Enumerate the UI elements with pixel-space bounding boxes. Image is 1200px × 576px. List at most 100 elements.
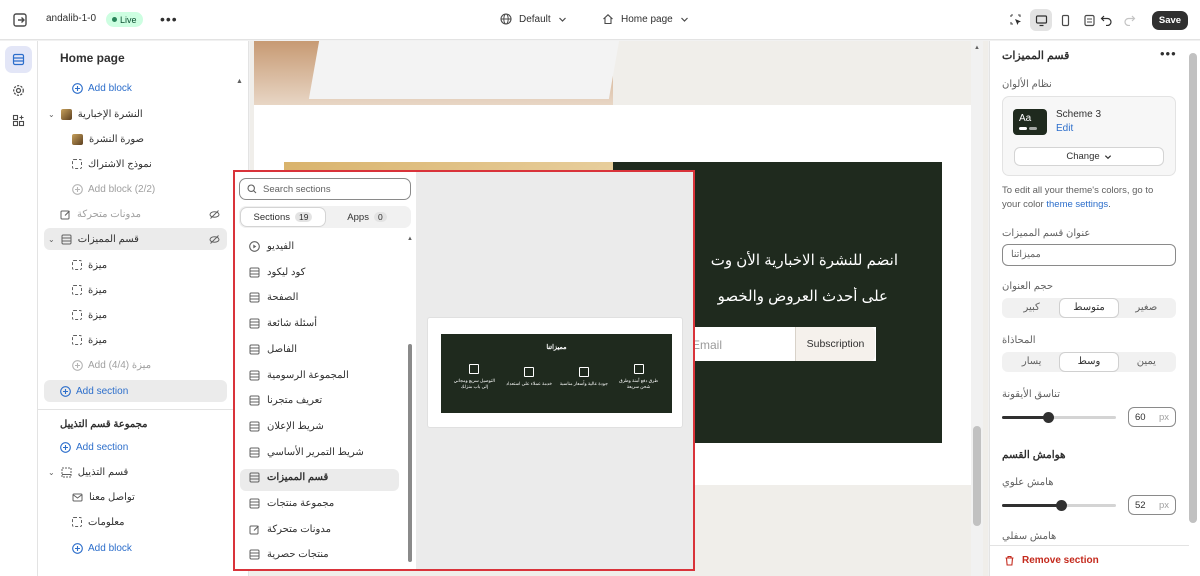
heading-size-large[interactable]: كبير <box>1003 299 1060 317</box>
block-info[interactable]: معلومات <box>72 511 124 533</box>
section-option[interactable]: شريط التمرير الأساسي <box>241 442 401 464</box>
section-option-label: الصفحة <box>267 292 299 304</box>
exit-button[interactable] <box>12 12 28 28</box>
icon-ratio-input[interactable]: 60 px <box>1128 407 1176 427</box>
top-margin-slider-thumb[interactable] <box>1056 500 1068 511</box>
add-block-button[interactable]: Add block <box>72 537 132 559</box>
preview-subscribe-button[interactable]: Subscription <box>795 327 875 361</box>
store-name: andalib-1-0 <box>46 13 97 24</box>
footer-group-title: مجموعة قسم التذييل <box>60 419 148 430</box>
top-margin-slider-track[interactable] <box>1002 500 1116 511</box>
heading-input[interactable]: مميزاتنا <box>1002 244 1176 266</box>
edit-icon <box>60 210 70 219</box>
section-option[interactable]: تعريف متجرنا <box>241 390 401 412</box>
heading-size-medium[interactable]: متوسط <box>1060 299 1118 317</box>
search-icon <box>247 184 257 194</box>
block-contact-us[interactable]: تواصل معنا <box>72 486 135 508</box>
section-option[interactable]: المجموعة الرسومية <box>241 365 401 387</box>
section-footer[interactable]: ⌄ قسم التذييل <box>48 461 128 483</box>
section-option[interactable]: كود ليكود <box>241 262 401 284</box>
add-block-button[interactable]: Add block <box>72 77 132 99</box>
block-feature[interactable]: ميزة <box>72 254 107 276</box>
preview-canvas-scrollbar-thumb[interactable] <box>973 426 981 526</box>
image-icon <box>72 133 83 145</box>
change-scheme-button[interactable]: Change <box>1014 147 1164 166</box>
settings-more-button[interactable]: ••• <box>1160 46 1177 61</box>
theme-select[interactable]: Default <box>500 13 567 25</box>
settings-scrollbar-thumb[interactable] <box>1189 53 1197 523</box>
block-feature[interactable]: ميزة <box>72 329 107 351</box>
section-option[interactable]: أسئلة شائعة <box>241 313 401 335</box>
block-feature[interactable]: ميزة <box>72 304 107 326</box>
block-subscribe-form[interactable]: نموذج الاشتراك <box>72 153 152 175</box>
scheme-edit-link[interactable]: Edit <box>1056 123 1073 134</box>
section-option[interactable]: منتجات حصرية <box>241 544 401 566</box>
section-option[interactable]: مدونات متحركة <box>241 519 401 541</box>
inspector-toggle[interactable] <box>1009 13 1023 27</box>
scroll-up-arrow[interactable]: ▲ <box>974 45 980 51</box>
section-newsletter[interactable]: ⌄ النشرة الإخبارية <box>48 103 143 125</box>
section-features[interactable]: ⌄ قسم المميزات <box>48 228 139 250</box>
section-option[interactable]: قسم المميزات <box>241 467 401 489</box>
tab-apps[interactable]: Apps 0 <box>325 208 409 226</box>
mobile-icon <box>1061 14 1069 26</box>
section-option[interactable]: الفاصل <box>241 339 401 361</box>
plus-circle-icon <box>72 183 83 195</box>
icon-ratio-slider-thumb[interactable] <box>1042 412 1054 423</box>
block-feature[interactable]: ميزة <box>72 279 107 301</box>
fullscreen-view-button[interactable] <box>1078 9 1100 31</box>
page-select[interactable]: Home page <box>602 13 689 25</box>
section-option-video[interactable]: الفيديو <box>241 236 401 258</box>
section-option[interactable]: شريط الإعلان <box>241 416 401 438</box>
desktop-icon <box>1035 14 1047 26</box>
section-option-label: منتجات حصرية <box>267 549 329 561</box>
alignment-center[interactable]: وسط <box>1060 353 1118 371</box>
block-frame-icon <box>72 335 82 345</box>
redo-button[interactable] <box>1123 13 1136 26</box>
plus-circle-icon <box>60 385 71 397</box>
eye-off-icon[interactable] <box>209 234 220 245</box>
block-newsletter-image[interactable]: صورة النشرة <box>72 128 144 150</box>
heading-size-small[interactable]: صغير <box>1118 299 1175 317</box>
undo-button[interactable] <box>1100 13 1113 26</box>
chevron-down-icon <box>1104 154 1111 159</box>
section-option[interactable]: الصفحة <box>241 287 401 309</box>
picker-scrollbar-thumb[interactable] <box>408 344 412 562</box>
mobile-view-button[interactable] <box>1054 9 1076 31</box>
desktop-view-button[interactable] <box>1030 9 1052 31</box>
section-icon <box>249 344 260 355</box>
chevron-down-icon[interactable]: ⌄ <box>48 468 55 477</box>
left-rail <box>0 41 38 576</box>
settings-rail-button[interactable] <box>12 84 25 97</box>
icon-ratio-slider-track[interactable] <box>1002 412 1116 423</box>
scroll-up-arrow[interactable]: ▲ <box>407 236 413 242</box>
scroll-up-arrow[interactable]: ▲ <box>236 78 243 85</box>
add-section-button[interactable]: Add section <box>60 380 128 402</box>
save-button[interactable]: Save <box>1152 11 1188 30</box>
chevron-down-icon[interactable]: ⌄ <box>48 110 55 119</box>
color-scheme-card: Aa Scheme 3 Edit Change <box>1002 96 1176 176</box>
remove-section-button[interactable]: Remove section <box>1004 555 1099 566</box>
plus-circle-icon <box>72 542 83 554</box>
sections-rail-button[interactable] <box>5 46 32 73</box>
mail-icon <box>72 493 83 501</box>
top-margin-input[interactable]: 52 px <box>1128 495 1176 515</box>
search-sections-input[interactable]: Search sections <box>239 178 411 200</box>
play-icon <box>249 241 260 252</box>
more-actions-button[interactable]: ••• <box>160 11 178 27</box>
add-block-disabled: Add block (2/2) <box>72 178 155 200</box>
apps-rail-button[interactable] <box>12 114 25 127</box>
color-scheme-label: نظام الألوان <box>1002 79 1052 90</box>
theme-colors-help: To edit all your theme's colors, go to y… <box>1002 185 1154 210</box>
alignment-left[interactable]: يسار <box>1003 353 1060 371</box>
sections-panel: Home page ▲ Add block ⌄ النشرة الإخبارية… <box>38 41 249 576</box>
add-section-button[interactable]: Add section <box>60 436 128 458</box>
tab-sections[interactable]: Sections 19 <box>241 208 325 226</box>
chevron-down-icon[interactable]: ⌄ <box>48 235 55 244</box>
section-blog-posts[interactable]: مدونات متحركة <box>60 203 220 225</box>
alignment-right[interactable]: يمين <box>1118 353 1175 371</box>
eye-off-icon[interactable] <box>209 209 220 220</box>
section-option[interactable]: مجموعة منتجات <box>241 493 401 515</box>
theme-settings-link[interactable]: theme settings <box>1046 199 1108 210</box>
live-badge: Live <box>106 12 143 27</box>
